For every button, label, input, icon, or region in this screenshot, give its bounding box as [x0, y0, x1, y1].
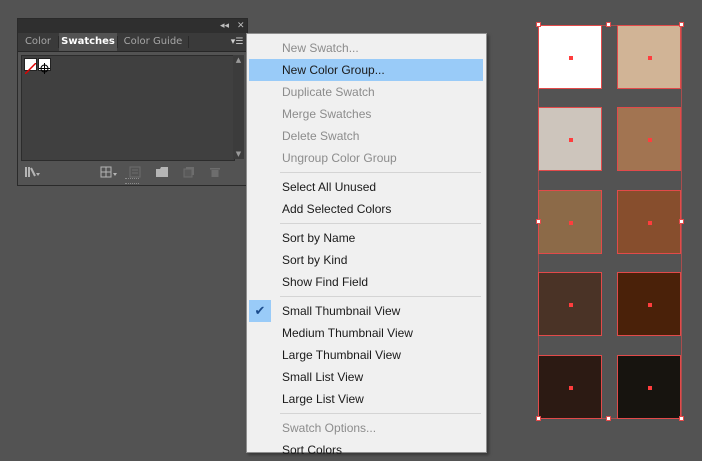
tab-swatches[interactable]: Swatches: [59, 33, 117, 51]
transform-handle[interactable]: [536, 22, 541, 27]
center-point: [569, 221, 573, 225]
artboard-swatch[interactable]: [538, 355, 602, 419]
transform-handle[interactable]: [536, 219, 541, 224]
menu-item-swatch-options[interactable]: Swatch Options...: [249, 417, 483, 439]
swatch-scrollbar[interactable]: ▲ ▼: [233, 55, 244, 159]
artboard-swatch[interactable]: [617, 25, 681, 89]
delete-swatch-icon: [208, 166, 222, 178]
tab-color-guide[interactable]: Color Guide: [118, 33, 188, 51]
center-point: [648, 138, 652, 142]
panel-menu-icon[interactable]: ▾☰: [230, 36, 244, 48]
menu-item-new-swatch[interactable]: New Swatch...: [249, 37, 483, 59]
center-point: [569, 386, 573, 390]
close-panel-icon[interactable]: ✕: [237, 20, 245, 32]
scroll-down-icon[interactable]: ▼: [233, 149, 244, 159]
menu-item-sort-by-name[interactable]: Sort by Name: [249, 227, 483, 249]
center-point: [648, 221, 652, 225]
collapse-panel-icon[interactable]: ◂◂: [220, 20, 229, 32]
center-point: [569, 303, 573, 307]
none-swatch-icon: [24, 62, 37, 75]
menu-item-large-list-view[interactable]: Large List View: [249, 388, 483, 410]
menu-item-sort-by-kind[interactable]: Sort by Kind: [249, 249, 483, 271]
menu-item-medium-thumbnail-view[interactable]: Medium Thumbnail View: [249, 322, 483, 344]
menu-item-large-thumbnail-view[interactable]: Large Thumbnail View: [249, 344, 483, 366]
swatches-panel: ◂◂ ✕ Color Swatches Color Guide ▾☰ ▲ ▼: [17, 18, 248, 186]
artboard-swatch[interactable]: [617, 190, 681, 254]
registration-target-icon: [39, 63, 50, 74]
panel-titlebar[interactable]: ◂◂ ✕: [18, 19, 247, 34]
new-color-group-icon[interactable]: [155, 166, 169, 178]
menu-item-sort-colors[interactable]: Sort Colors: [249, 439, 483, 461]
scroll-up-icon[interactable]: ▲: [233, 55, 244, 65]
artboard-swatch[interactable]: [617, 107, 681, 171]
menu-item-select-all-unused[interactable]: Select All Unused: [249, 176, 483, 198]
new-swatch-icon: [182, 166, 196, 178]
transform-handle[interactable]: [679, 416, 684, 421]
transform-handle[interactable]: [679, 219, 684, 224]
artboard-swatch[interactable]: [538, 107, 602, 171]
menu-item-ungroup-color-group[interactable]: Ungroup Color Group: [249, 147, 483, 169]
menu-item-delete-swatch[interactable]: Delete Swatch: [249, 125, 483, 147]
artboard-swatch[interactable]: [538, 272, 602, 336]
swatches-flyout-menu: New Swatch... New Color Group... Duplica…: [246, 33, 487, 457]
tab-color[interactable]: Color: [18, 33, 58, 51]
transform-handle[interactable]: [606, 22, 611, 27]
center-point: [648, 303, 652, 307]
tab-separator: [188, 36, 189, 48]
swatch-none[interactable]: [24, 58, 37, 75]
checkmark-icon: ✔: [254, 303, 266, 318]
center-point: [569, 56, 573, 60]
menu-separator: [280, 413, 481, 414]
show-kinds-icon[interactable]: [100, 166, 117, 178]
transform-handle[interactable]: [536, 416, 541, 421]
menu-separator: [280, 172, 481, 173]
center-point: [648, 56, 652, 60]
menu-item-label: Small Thumbnail View: [282, 304, 401, 318]
swatch-registration[interactable]: [38, 58, 51, 74]
swatch-libraries-icon[interactable]: [24, 166, 40, 178]
center-point: [569, 138, 573, 142]
menu-item-new-color-group[interactable]: New Color Group...: [249, 59, 483, 81]
menu-item-duplicate-swatch[interactable]: Duplicate Swatch: [249, 81, 483, 103]
menu-item-add-selected-colors[interactable]: Add Selected Colors: [249, 198, 483, 220]
artboard-swatch[interactable]: [538, 190, 602, 254]
transform-handle[interactable]: [679, 22, 684, 27]
menu-item-merge-swatches[interactable]: Merge Swatches: [249, 103, 483, 125]
artboard-swatch[interactable]: [538, 25, 602, 89]
panel-tabs: Color Swatches Color Guide ▾☰: [18, 33, 247, 52]
artboard-swatch[interactable]: [617, 272, 681, 336]
swatch-list: [21, 55, 235, 161]
menu-item-small-thumbnail-view[interactable]: ✔ Small Thumbnail View: [249, 300, 483, 322]
center-point: [648, 386, 652, 390]
panel-toolbar: [18, 163, 247, 184]
transform-handle[interactable]: [606, 416, 611, 421]
menu-separator: [280, 223, 481, 224]
menu-item-show-find-field[interactable]: Show Find Field: [249, 271, 483, 293]
panel-resize-grip[interactable]: [125, 178, 139, 184]
menu-item-small-list-view[interactable]: Small List View: [249, 366, 483, 388]
artboard-swatch[interactable]: [617, 355, 681, 419]
swatch-options-icon: [128, 166, 142, 178]
menu-separator: [280, 296, 481, 297]
